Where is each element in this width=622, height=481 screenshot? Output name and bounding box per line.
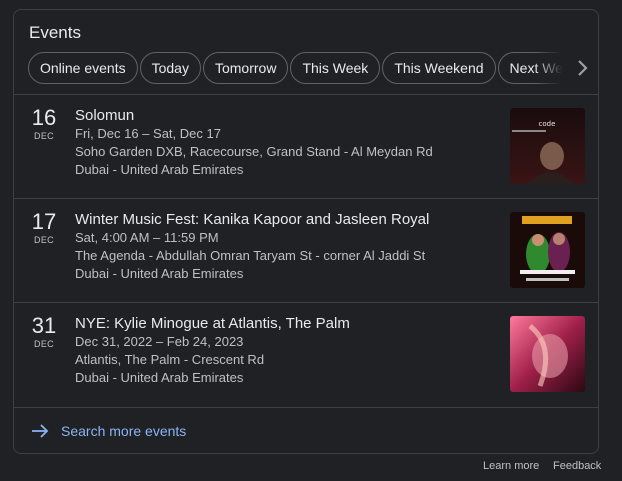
event-image <box>510 212 585 288</box>
event-city: Dubai - United Arab Emirates <box>75 162 244 177</box>
chip-online-events[interactable]: Online events <box>28 52 138 84</box>
arrow-right-icon <box>32 424 49 438</box>
event-day: 17 <box>31 209 57 234</box>
event-venue: The Agenda - Abdullah Omran Taryam St - … <box>75 248 426 263</box>
event-title: NYE: Kylie Minogue at Atlantis, The Palm <box>75 315 350 332</box>
chip-today[interactable]: Today <box>139 52 201 84</box>
event-image <box>510 316 585 392</box>
learn-more-link[interactable]: Learn more <box>483 460 539 472</box>
event-day: 16 <box>31 105 57 130</box>
event-title: Winter Music Fest: Kanika Kapoor and Jas… <box>75 211 430 228</box>
search-more-events[interactable]: Search more events <box>14 407 598 453</box>
event-item[interactable]: 31 DEC NYE: Kylie Minogue at Atlantis, T… <box>14 302 598 407</box>
feedback-link[interactable]: Feedback <box>553 460 601 472</box>
chip-this-weekend[interactable]: This Weekend <box>382 52 496 84</box>
event-city: Dubai - United Arab Emirates <box>75 370 244 385</box>
chip-tomorrow[interactable]: Tomorrow <box>202 52 289 84</box>
event-month: DEC <box>34 131 54 141</box>
event-venue: Soho Garden DXB, Racecourse, Grand Stand… <box>75 144 433 159</box>
events-card: Events Online events Today Tomorrow This We… <box>13 9 599 454</box>
filter-chips: Online events Today Tomorrow This Week This … <box>28 52 568 86</box>
event-image: code <box>510 108 585 184</box>
event-item[interactable]: 16 DEC Solomun Fri, Dec 16 – Sat, Dec 17… <box>14 94 598 199</box>
event-item[interactable]: 17 DEC Winter Music Fest: Kanika Kapoor … <box>14 198 598 303</box>
chip-this-week[interactable]: This Week <box>290 52 381 84</box>
event-month: DEC <box>34 339 54 349</box>
event-when: Fri, Dec 16 – Sat, Dec 17 <box>75 126 221 141</box>
image-text: code <box>539 120 556 128</box>
event-venue: Atlantis, The Palm - Crescent Rd <box>75 352 265 367</box>
event-when: Sat, 4:00 AM – 11:59 PM <box>75 230 219 245</box>
search-more-label: Search more events <box>61 423 187 439</box>
event-day: 31 <box>31 313 57 338</box>
event-when: Dec 31, 2022 – Feb 24, 2023 <box>75 334 244 349</box>
event-city: Dubai - United Arab Emirates <box>75 266 244 281</box>
chevron-right-icon[interactable] <box>574 58 592 78</box>
card-title: Events <box>29 23 81 42</box>
event-month: DEC <box>34 235 54 245</box>
event-title: Solomun <box>75 107 135 124</box>
